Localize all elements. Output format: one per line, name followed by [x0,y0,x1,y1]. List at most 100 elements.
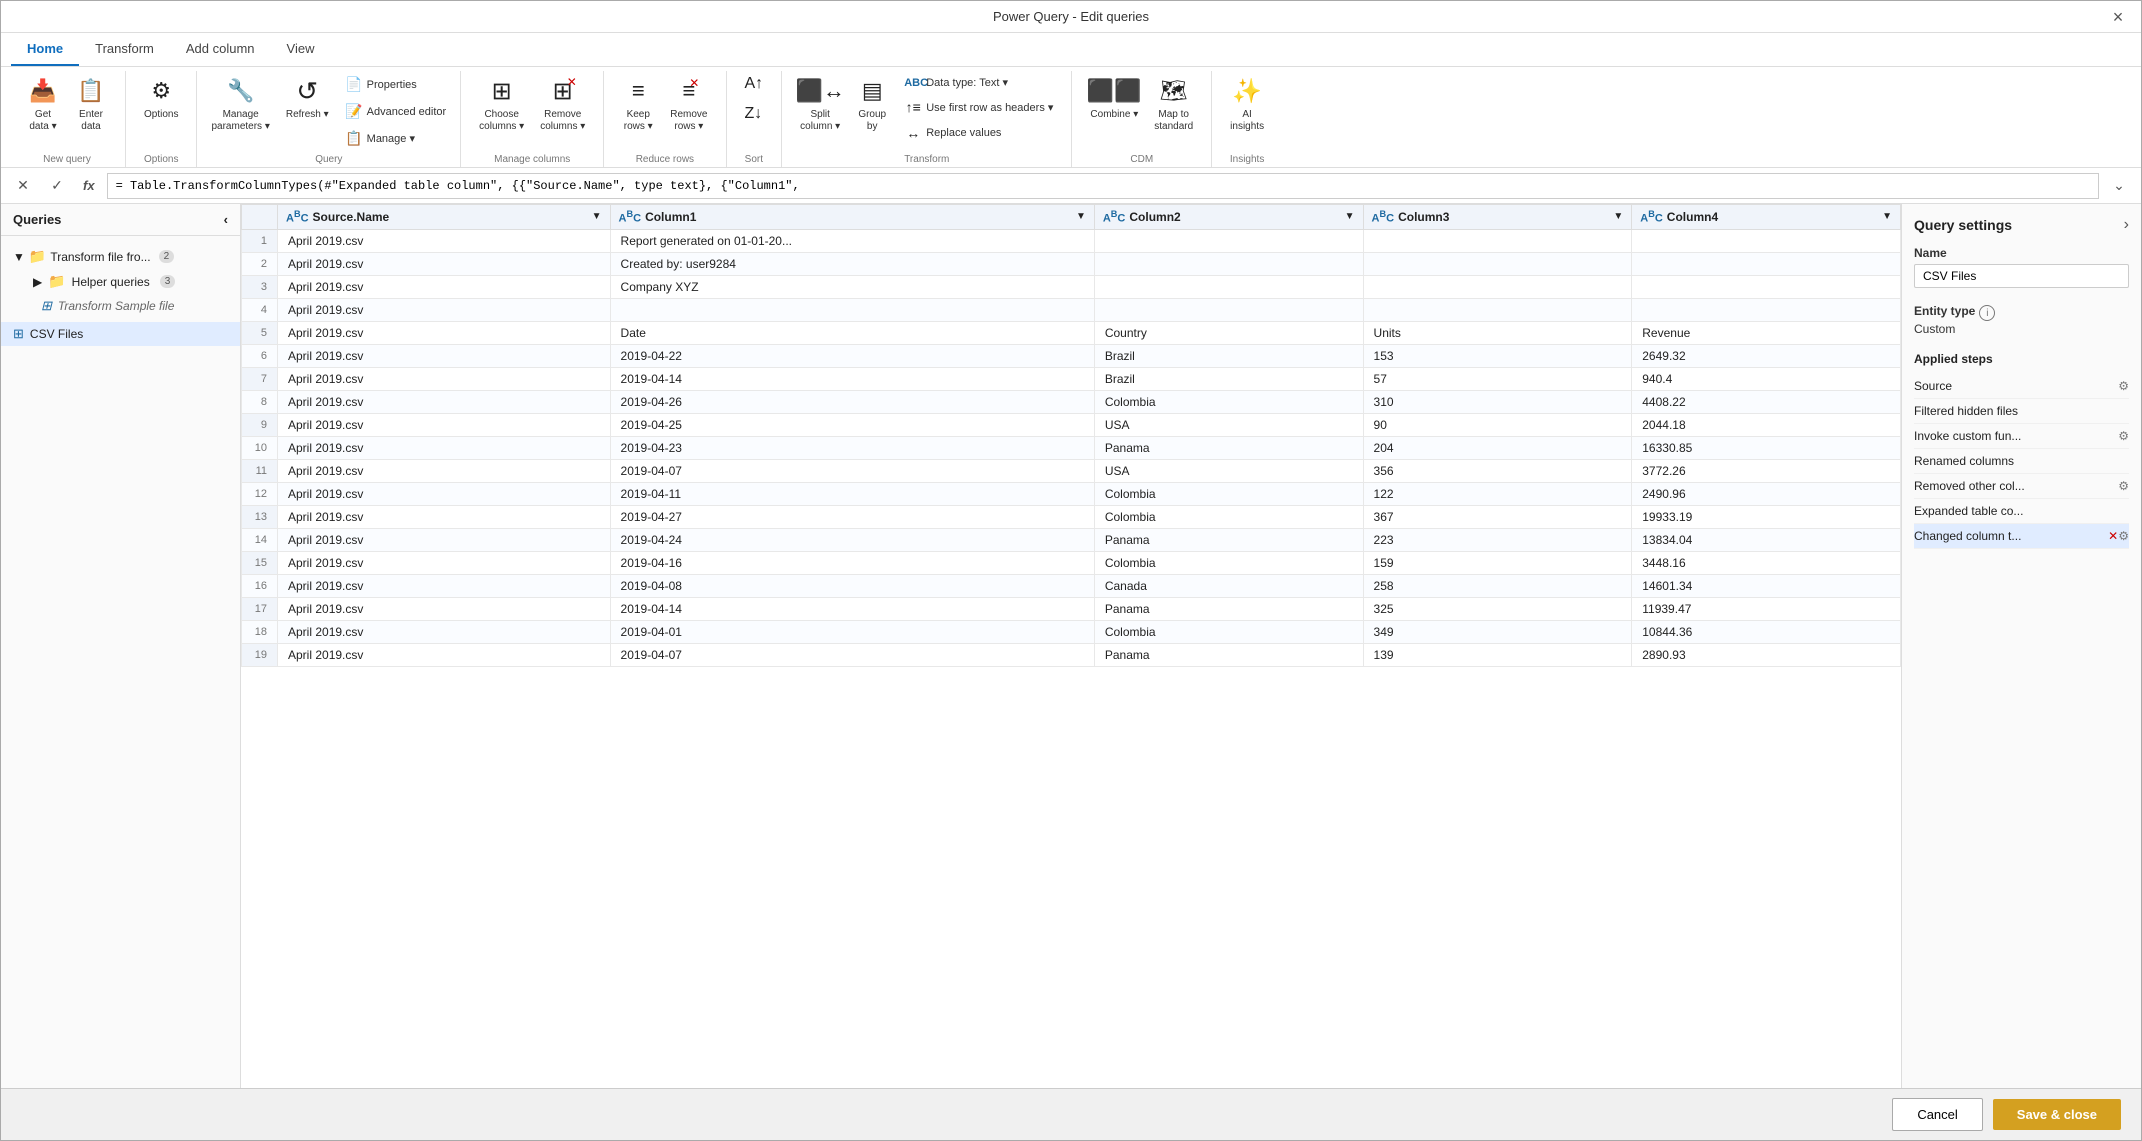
split-column-button[interactable]: ⬛↔ Splitcolumn ▾ [794,71,846,137]
manage-button[interactable]: 📋 Manage ▾ [339,127,421,150]
table-row[interactable]: 11 April 2019.csv 2019-04-07 USA 356 377… [242,459,1901,482]
options-button[interactable]: ⚙ Options [138,71,184,129]
table-row[interactable]: 12 April 2019.csv 2019-04-11 Colombia 12… [242,482,1901,505]
col-filter-col2[interactable]: ▼ [1345,211,1355,222]
map-to-standard-button[interactable]: 🗺 Map tostandard [1148,71,1199,137]
keep-rows-icon: ≡ [622,75,654,107]
cell-col2: Colombia [1094,482,1363,505]
formula-expand-button[interactable]: ⌄ [2105,172,2133,200]
table-row[interactable]: 19 April 2019.csv 2019-04-07 Panama 139 … [242,643,1901,666]
sort-desc-button[interactable]: Z↓ [739,101,769,127]
first-row-headers-button[interactable]: ↑≡ Use first row as headers ▾ [898,96,1059,118]
step-item-changed-column-t[interactable]: Changed column t...✕⚙ [1914,524,2129,549]
step-item-removed-other-col[interactable]: Removed other col...⚙ [1914,474,2129,499]
table-row[interactable]: 13 April 2019.csv 2019-04-27 Colombia 36… [242,505,1901,528]
csv-files-label: CSV Files [30,327,83,341]
properties-button[interactable]: 📄 Properties [339,73,423,96]
replace-values-button[interactable]: ↔ Replace values [898,122,1007,144]
cell-col4: 19933.19 [1632,505,1901,528]
cell-col2 [1094,252,1363,275]
save-close-button[interactable]: Save & close [1993,1099,2121,1130]
combine-button[interactable]: ⬛⬛ Combine ▾ [1084,71,1144,129]
table-row[interactable]: 15 April 2019.csv 2019-04-16 Colombia 15… [242,551,1901,574]
query-item-csv-files[interactable]: ⊞ CSV Files [1,322,240,346]
window-title: Power Query - Edit queries [993,9,1149,24]
sort-asc-button[interactable]: A↑ [739,71,770,97]
cell-source: April 2019.csv [278,321,611,344]
queries-collapse-button[interactable]: ‹ [224,212,228,227]
entity-type-header: Entity type i [1914,304,2129,322]
col-filter-col1[interactable]: ▼ [1076,211,1086,222]
get-data-icon: 📥 [27,75,59,107]
step-item-filtered-hidden[interactable]: Filtered hidden files [1914,399,2129,424]
col-filter-source[interactable]: ▼ [592,211,602,222]
step-gear-icon[interactable]: ⚙ [2118,429,2129,443]
first-row-headers-icon: ↑≡ [904,99,922,115]
table-row[interactable]: 5 April 2019.csv Date Country Units Reve… [242,321,1901,344]
table-row[interactable]: 1 April 2019.csv Report generated on 01-… [242,229,1901,252]
step-item-invoke-custom[interactable]: Invoke custom fun... ⚙ [1914,424,2129,449]
cell-source: April 2019.csv [278,482,611,505]
tab-transform[interactable]: Transform [79,33,170,66]
cancel-button[interactable]: Cancel [1892,1098,1982,1131]
step-item-left: Invoke custom fun... [1914,429,2021,443]
entity-type-info-icon[interactable]: i [1979,305,1995,321]
remove-columns-button[interactable]: ⊞✕ Removecolumns ▾ [534,71,591,137]
table-row[interactable]: 17 April 2019.csv 2019-04-14 Panama 325 … [242,597,1901,620]
formula-cancel-button[interactable]: ✕ [9,172,37,200]
table-row[interactable]: 16 April 2019.csv 2019-04-08 Canada 258 … [242,574,1901,597]
manage-columns-label: Manage columns [494,154,570,167]
advanced-editor-button[interactable]: 📝 Advanced editor [339,100,453,123]
col-filter-col3[interactable]: ▼ [1613,211,1623,222]
transform-file-label: Transform file fro... [50,250,150,264]
table-row[interactable]: 14 April 2019.csv 2019-04-24 Panama 223 … [242,528,1901,551]
group-by-button[interactable]: ▤ Groupby [850,71,894,137]
row-num-cell: 10 [242,436,278,459]
tab-view[interactable]: View [271,33,331,66]
step-item-expanded-table-co[interactable]: Expanded table co... [1914,499,2129,524]
step-item-renamed-columns[interactable]: Renamed columns [1914,449,2129,474]
data-grid[interactable]: ABC Source.Name ▼ ABC Column1 ▼ [241,204,1901,1088]
col-header-source[interactable]: ABC Source.Name ▼ [278,205,611,230]
query-group-transform-file-header[interactable]: ▼ 📁 Transform file fro... 2 [1,244,240,269]
remove-rows-button[interactable]: ≡✕ Removerows ▾ [664,71,713,137]
tab-add-column[interactable]: Add column [170,33,271,66]
choose-columns-button[interactable]: ⊞ Choosecolumns ▾ [473,71,530,137]
table-row[interactable]: 18 April 2019.csv 2019-04-01 Colombia 34… [242,620,1901,643]
get-data-button[interactable]: 📥 Getdata ▾ [21,71,65,137]
table-row[interactable]: 10 April 2019.csv 2019-04-23 Panama 204 … [242,436,1901,459]
col-header-col4[interactable]: ABC Column4 ▼ [1632,205,1901,230]
table-row[interactable]: 3 April 2019.csv Company XYZ [242,275,1901,298]
table-row[interactable]: 2 April 2019.csv Created by: user9284 [242,252,1901,275]
table-row[interactable]: 6 April 2019.csv 2019-04-22 Brazil 153 2… [242,344,1901,367]
power-query-window: Power Query - Edit queries × Home Transf… [0,0,2142,1141]
table-row[interactable]: 8 April 2019.csv 2019-04-26 Colombia 310… [242,390,1901,413]
query-item-transform-sample[interactable]: ⊞ Transform Sample file [1,294,240,318]
col-header-col2[interactable]: ABC Column2 ▼ [1094,205,1363,230]
step-gear-icon[interactable]: ⚙ [2118,479,2129,493]
step-delete-icon[interactable]: ✕ [2108,529,2118,543]
table-row[interactable]: 7 April 2019.csv 2019-04-14 Brazil 57 94… [242,367,1901,390]
formula-confirm-button[interactable]: ✓ [43,172,71,200]
step-gear-icon[interactable]: ⚙ [2118,529,2129,543]
formula-input[interactable] [107,173,2099,199]
footer: Cancel Save & close [1,1088,2141,1140]
query-settings-expand[interactable]: › [2124,216,2129,234]
col-header-col1[interactable]: ABC Column1 ▼ [610,205,1094,230]
keep-rows-button[interactable]: ≡ Keeprows ▾ [616,71,660,137]
step-item-source[interactable]: Source⚙ [1914,374,2129,399]
ai-insights-button[interactable]: ✨ AIinsights [1224,71,1270,137]
data-type-button[interactable]: ABC Data type: Text ▾ [898,73,1014,92]
query-item-helper[interactable]: ▶ 📁 Helper queries 3 [1,269,240,294]
manage-params-button[interactable]: 🔧 Manageparameters ▾ [205,71,275,137]
enter-data-button[interactable]: 📋 Enterdata [69,71,113,137]
table-row[interactable]: 4 April 2019.csv [242,298,1901,321]
tab-home[interactable]: Home [11,33,79,66]
step-gear-icon[interactable]: ⚙ [2118,379,2129,393]
refresh-button[interactable]: ↺ Refresh ▾ [280,71,335,129]
col-header-col3[interactable]: ABC Column3 ▼ [1363,205,1632,230]
col-filter-col4[interactable]: ▼ [1882,211,1892,222]
name-input[interactable] [1914,264,2129,288]
table-row[interactable]: 9 April 2019.csv 2019-04-25 USA 90 2044.… [242,413,1901,436]
close-button[interactable]: × [2095,1,2141,33]
